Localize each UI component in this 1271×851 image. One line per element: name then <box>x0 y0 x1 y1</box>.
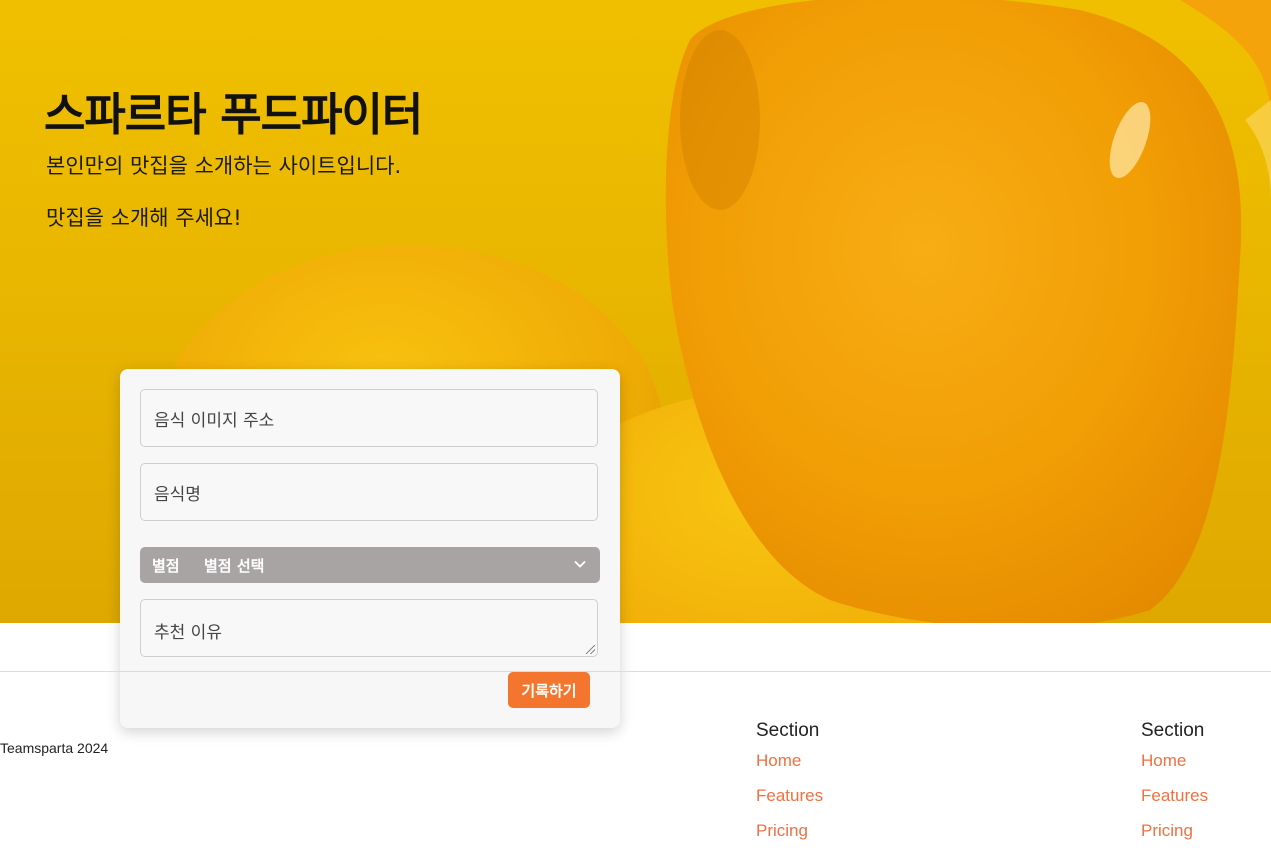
rating-selected-value: 별점 선택 <box>204 556 265 575</box>
hero-subtitle-cta: 맛집을 소개해 주세요! <box>46 206 242 230</box>
footer-link-home[interactable]: Home <box>756 751 823 786</box>
footer-link-features[interactable]: Features <box>756 786 823 821</box>
footer-link-pricing[interactable]: Pricing <box>756 821 823 851</box>
recommendation-reason-textarea[interactable]: 추천 이유 <box>140 599 598 657</box>
rating-label: 별점 <box>152 556 180 575</box>
hero-subtitle-intro: 본인만의 맛집을 소개하는 사이트입니다. <box>46 154 402 178</box>
footer-section-heading: Section <box>1141 720 1205 741</box>
page: 스파르타 푸드파이터 본인만의 맛집을 소개하는 사이트입니다. 맛집을 소개해… <box>0 0 1271 851</box>
footer-link-pricing[interactable]: Pricing <box>1141 821 1208 851</box>
food-name-placeholder: 음식명 <box>154 484 201 505</box>
restaurant-form-card: 음식 이미지 주소 음식명 별점 별점 선택 추천 이유 기록하기 <box>120 369 620 728</box>
footer-column-1: Section Home Features Pricing <box>756 720 823 851</box>
footer-column-2: Section Home Features Pricing <box>1141 720 1208 851</box>
page-title: 스파르타 푸드파이터 <box>44 88 423 141</box>
chevron-down-icon <box>574 560 586 568</box>
footer-link-features[interactable]: Features <box>1141 786 1208 821</box>
footer-link-home[interactable]: Home <box>1141 751 1208 786</box>
food-image-url-placeholder: 음식 이미지 주소 <box>154 410 275 431</box>
record-button[interactable]: 기록하기 <box>508 672 590 708</box>
copyright-text: Teamsparta 2024 <box>0 740 109 756</box>
food-name-input[interactable]: 음식명 <box>140 463 598 521</box>
footer-divider <box>0 671 1271 672</box>
resize-handle-icon[interactable] <box>586 645 595 654</box>
food-image-url-input[interactable]: 음식 이미지 주소 <box>140 389 598 447</box>
footer-section-heading: Section <box>756 720 820 741</box>
recommendation-reason-placeholder: 추천 이유 <box>154 623 222 643</box>
rating-select[interactable]: 별점 별점 선택 <box>140 547 600 583</box>
